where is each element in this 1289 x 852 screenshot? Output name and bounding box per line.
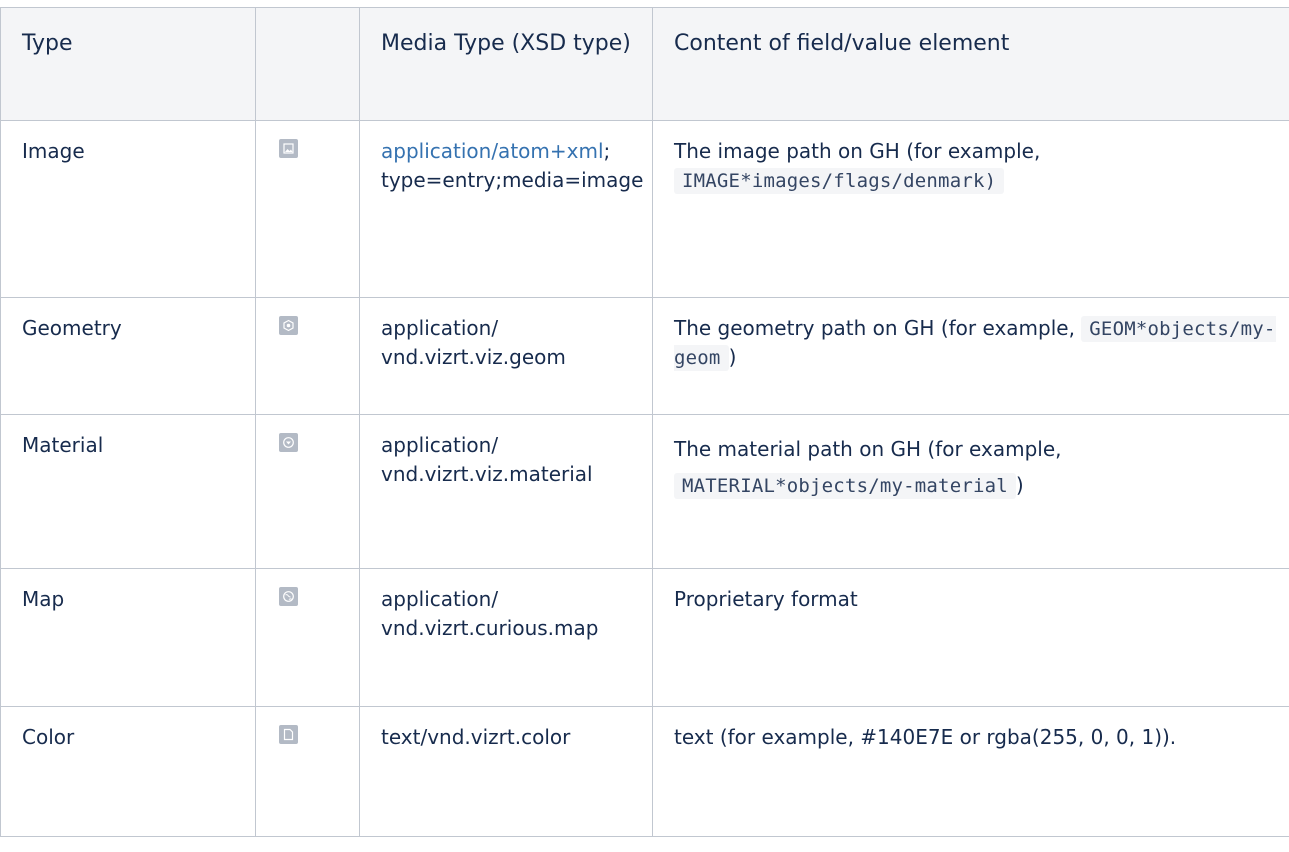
media-type-cell: application/ vnd.vizrt.curious.map	[359, 568, 653, 707]
table-row: Color text/vnd.vizrt.color text (for exa…	[0, 706, 1289, 837]
type-cell: Material	[0, 414, 256, 569]
material-icon	[279, 433, 298, 452]
content-suffix: )	[1015, 473, 1024, 497]
header-content: Content of field/value element	[652, 7, 1289, 121]
header-type: Type	[0, 7, 256, 121]
type-cell: Geometry	[0, 297, 256, 415]
table-header-row: Type Media Type (XSD type) Content of fi…	[0, 7, 1289, 121]
icon-cell	[255, 414, 360, 569]
content-text: The geometry path on GH (for example,	[674, 316, 1082, 340]
header-icon	[255, 7, 360, 121]
media-type-link[interactable]: application/atom+xml	[381, 139, 604, 163]
type-cell: Map	[0, 568, 256, 707]
content-cell: The geometry path on GH (for example, GE…	[652, 297, 1289, 415]
content-cell: Proprietary format	[652, 568, 1289, 707]
content-code: MATERIAL*objects/my-material	[674, 473, 1016, 499]
header-media-type: Media Type (XSD type)	[359, 7, 653, 121]
content-code: IMAGE*images/flags/denmark)	[674, 167, 1005, 194]
content-text: The image path on GH (for example,	[674, 139, 1041, 163]
geometry-icon	[279, 316, 298, 335]
table-row: Geometry application/ vnd.vizrt.viz.geom…	[0, 297, 1289, 415]
content-suffix: )	[728, 345, 737, 370]
table-row: Image application/atom+xml; type=entry;m…	[0, 120, 1289, 298]
icon-cell	[255, 706, 360, 837]
type-cell: Image	[0, 120, 256, 298]
media-type-cell: application/atom+xml; type=entry;media=i…	[359, 120, 653, 298]
media-type-cell: application/ vnd.vizrt.viz.geom	[359, 297, 653, 415]
content-text: The material path on GH (for example,	[674, 437, 1062, 461]
type-cell: Color	[0, 706, 256, 837]
content-cell: The material path on GH (for example, MA…	[652, 414, 1289, 569]
media-type-cell: text/vnd.vizrt.color	[359, 706, 653, 837]
content-cell: text (for example, #140E7E or rgba(255, …	[652, 706, 1289, 837]
media-type-cell: application/ vnd.vizrt.viz.material	[359, 414, 653, 569]
content-cell: The image path on GH (for example, IMAGE…	[652, 120, 1289, 298]
document-icon	[279, 725, 298, 744]
icon-cell	[255, 297, 360, 415]
image-icon	[279, 139, 298, 158]
table-row: Material application/ vnd.vizrt.viz.mate…	[0, 414, 1289, 569]
map-icon	[279, 587, 298, 606]
media-type-table: Type Media Type (XSD type) Content of fi…	[0, 7, 1289, 837]
icon-cell	[255, 120, 360, 298]
table-row: Map application/ vnd.vizrt.curious.map P…	[0, 568, 1289, 707]
icon-cell	[255, 568, 360, 707]
